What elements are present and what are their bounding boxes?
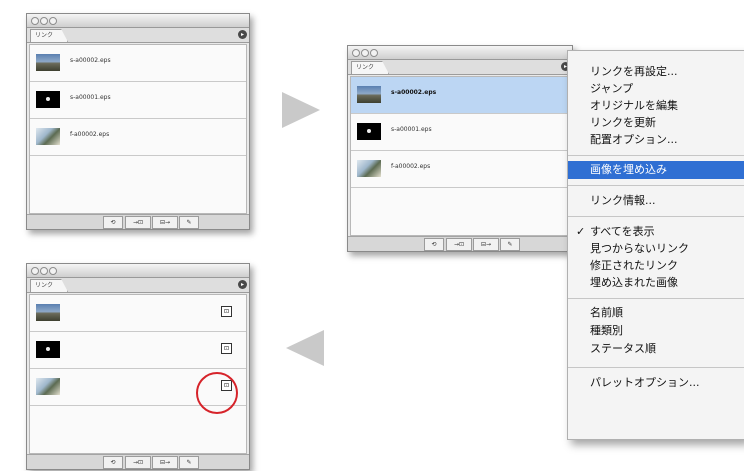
- link-filename: s-a00001.eps: [70, 94, 111, 101]
- links-panel-original: リンク ▸ s-a00002.eps s-a00001.eps f-a00002…: [26, 13, 250, 230]
- minimize-window-icon[interactable]: [40, 17, 48, 25]
- menu-item-sort-by-kind[interactable]: 種類別: [568, 322, 744, 340]
- link-filename: f-a00002.eps: [70, 131, 110, 138]
- menu-item-edit-original[interactable]: オリジナルを編集: [568, 97, 744, 115]
- panel-footer: ⟲ →⊡ ⊟→ ✎: [348, 236, 572, 251]
- arrow-left-icon: [286, 330, 324, 366]
- image-thumbnail-icon: [36, 304, 60, 321]
- menu-separator: [568, 185, 744, 186]
- embedded-icon: ⊡: [221, 306, 232, 317]
- zoom-window-icon[interactable]: [49, 267, 57, 275]
- menu-item-jump[interactable]: ジャンプ: [568, 80, 744, 98]
- highlight-circle: [196, 372, 238, 414]
- link-filename: s-a00002.eps: [391, 89, 437, 96]
- links-panel-menu-open: リンク ▸ s-a00002.eps s-a00001.eps f-a00002…: [347, 45, 573, 252]
- menu-item-relink[interactable]: リンクを再設定...: [568, 63, 744, 81]
- update-link-button[interactable]: ⊟→: [473, 238, 499, 251]
- panel-titlebar[interactable]: [27, 14, 249, 28]
- goto-link-button[interactable]: →⊡: [125, 216, 151, 229]
- menu-item-placement-options[interactable]: 配置オプション...: [568, 131, 744, 149]
- menu-item-embed-image[interactable]: 画像を埋め込み: [568, 161, 744, 179]
- panel-menu-icon[interactable]: ▸: [238, 30, 247, 39]
- link-row[interactable]: s-a00002.eps: [30, 45, 246, 82]
- link-row[interactable]: f-a00002.eps: [351, 151, 569, 188]
- panel-footer: ⟲ →⊡ ⊟→ ✎: [27, 454, 249, 469]
- panel-context-menu: リンクを再設定... ジャンプ オリジナルを編集 リンクを更新 配置オプション.…: [567, 50, 744, 440]
- link-filename: f-a00002.eps: [391, 163, 431, 170]
- panel-tabrow: リンク ▸: [348, 60, 572, 75]
- link-filename: s-a00001.eps: [391, 126, 432, 133]
- image-thumbnail-icon: [36, 128, 60, 145]
- menu-separator: [568, 155, 744, 156]
- link-row-selected[interactable]: s-a00002.eps: [351, 77, 569, 114]
- menu-item-show-all[interactable]: ✓ すべてを表示: [568, 223, 744, 241]
- tab-links[interactable]: リンク: [30, 29, 69, 42]
- links-panel-embedded: リンク ▸ ⊡ ⊡ ⊡ ⟲ →⊡ ⊟→ ✎: [26, 263, 250, 470]
- relink-button[interactable]: ⟲: [103, 216, 123, 229]
- menu-item-update-link[interactable]: リンクを更新: [568, 114, 744, 132]
- link-row[interactable]: s-a00001.eps: [351, 114, 569, 151]
- edit-original-button[interactable]: ✎: [179, 216, 199, 229]
- image-thumbnail-icon: [357, 160, 381, 177]
- links-list: s-a00002.eps s-a00001.eps f-a00002.eps: [29, 44, 247, 214]
- update-link-button[interactable]: ⊟→: [152, 216, 178, 229]
- zoom-window-icon[interactable]: [49, 17, 57, 25]
- menu-separator: [568, 216, 744, 217]
- menu-separator: [568, 298, 744, 299]
- zoom-window-icon[interactable]: [370, 49, 378, 57]
- check-mark-icon: ✓: [576, 225, 586, 238]
- menu-item-missing-links[interactable]: 見つからないリンク: [568, 240, 744, 258]
- relink-button[interactable]: ⟲: [424, 238, 444, 251]
- close-window-icon[interactable]: [31, 17, 39, 25]
- relink-button[interactable]: ⟲: [103, 456, 123, 469]
- update-link-button[interactable]: ⊟→: [152, 456, 178, 469]
- image-thumbnail-icon: [36, 378, 60, 395]
- edit-original-button[interactable]: ✎: [500, 238, 520, 251]
- menu-separator: [568, 367, 744, 368]
- panel-tabrow: リンク ▸: [27, 278, 249, 293]
- tab-links[interactable]: リンク: [30, 279, 69, 292]
- close-window-icon[interactable]: [31, 267, 39, 275]
- menu-item-palette-options[interactable]: パレットオプション...: [568, 374, 744, 392]
- menu-item-sort-by-status[interactable]: ステータス順: [568, 340, 744, 358]
- panel-menu-icon[interactable]: ▸: [238, 280, 247, 289]
- image-thumbnail-icon: [357, 86, 381, 103]
- goto-link-button[interactable]: →⊡: [446, 238, 472, 251]
- image-thumbnail-icon: [36, 341, 60, 358]
- goto-link-button[interactable]: →⊡: [125, 456, 151, 469]
- image-thumbnail-icon: [36, 91, 60, 108]
- menu-item-label: すべてを表示: [590, 225, 655, 238]
- close-window-icon[interactable]: [352, 49, 360, 57]
- link-row[interactable]: ⊡: [30, 332, 246, 369]
- link-row[interactable]: f-a00002.eps: [30, 119, 246, 156]
- embedded-icon: ⊡: [221, 343, 232, 354]
- menu-item-embedded-images[interactable]: 埋め込まれた画像: [568, 274, 744, 292]
- menu-item-link-info[interactable]: リンク情報...: [568, 192, 744, 210]
- minimize-window-icon[interactable]: [361, 49, 369, 57]
- panel-footer: ⟲ →⊡ ⊟→ ✎: [27, 214, 249, 229]
- links-list: s-a00002.eps s-a00001.eps f-a00002.eps: [350, 76, 570, 236]
- link-row[interactable]: ⊡: [30, 295, 246, 332]
- tab-links[interactable]: リンク: [351, 61, 390, 74]
- panel-titlebar[interactable]: [27, 264, 249, 278]
- image-thumbnail-icon: [36, 54, 60, 71]
- link-row[interactable]: s-a00001.eps: [30, 82, 246, 119]
- panel-tabrow: リンク ▸: [27, 28, 249, 43]
- image-thumbnail-icon: [357, 123, 381, 140]
- edit-original-button[interactable]: ✎: [179, 456, 199, 469]
- menu-item-modified-links[interactable]: 修正されたリンク: [568, 257, 744, 275]
- link-filename: s-a00002.eps: [70, 57, 111, 64]
- arrow-right-icon: [282, 92, 320, 128]
- panel-titlebar[interactable]: [348, 46, 572, 60]
- minimize-window-icon[interactable]: [40, 267, 48, 275]
- menu-item-sort-by-name[interactable]: 名前順: [568, 304, 744, 322]
